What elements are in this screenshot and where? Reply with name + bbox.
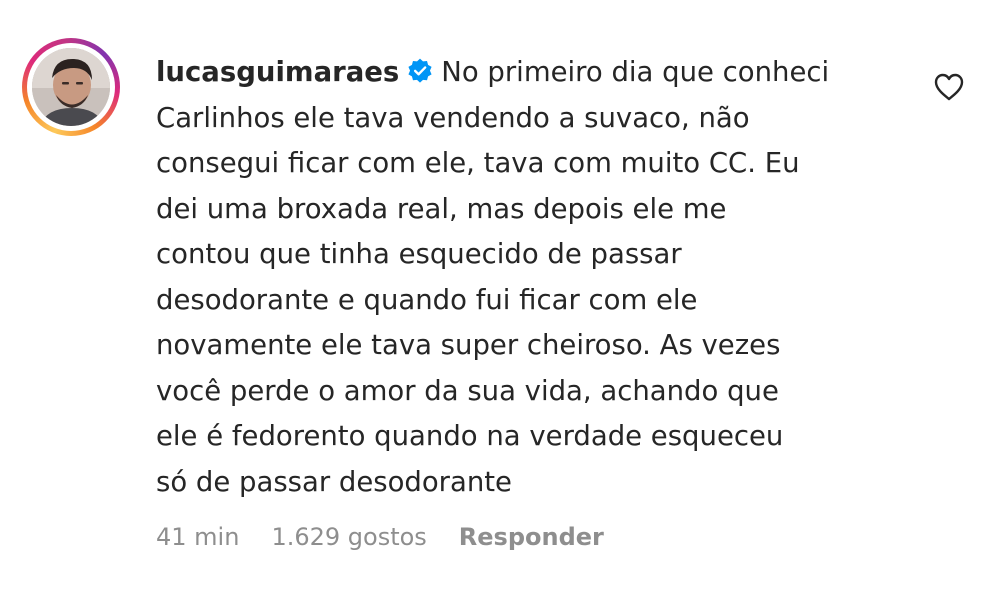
comment-meta: 41 min 1.629 gostos Responder bbox=[156, 520, 636, 554]
avatar[interactable] bbox=[32, 48, 110, 126]
comment-line-5: contou que tinha esquecido de passar bbox=[156, 238, 682, 270]
like-count[interactable]: 1.629 gostos bbox=[271, 523, 426, 551]
comment-text-block: lucasguimaraes No primeiro dia que conhe… bbox=[156, 50, 896, 505]
comment-line-2: Carlinhos ele tava vendendo a suvaco, nã… bbox=[156, 101, 750, 134]
reply-button[interactable]: Responder bbox=[459, 523, 604, 551]
comment-line-6: desodorante e quando fui ficar com ele bbox=[156, 283, 698, 316]
story-ring[interactable] bbox=[22, 38, 120, 136]
comment-line-3: consegui ficar com ele, tava com muito C… bbox=[156, 147, 800, 179]
username-link[interactable]: lucasguimaraes bbox=[156, 56, 399, 88]
comment: lucasguimaraes No primeiro dia que conhe… bbox=[0, 0, 1000, 600]
heart-icon[interactable] bbox=[934, 73, 964, 101]
comment-line-4: dei uma broxada real, mas depois ele me bbox=[156, 192, 727, 225]
comment-line-10: só de passar desodorante bbox=[156, 465, 512, 498]
comment-line-7: novamente ele tava super cheiroso. As ve… bbox=[156, 329, 781, 361]
verified-badge-icon bbox=[408, 58, 432, 83]
comment-line-1: No primeiro dia que conheci bbox=[441, 56, 830, 88]
comment-time[interactable]: 41 min bbox=[156, 523, 239, 551]
avatar-border bbox=[27, 43, 115, 131]
avatar-photo bbox=[32, 48, 110, 126]
comment-line-9: ele é fedorento quando na verdade esquec… bbox=[156, 420, 784, 452]
comment-line-8: você perde o amor da sua vida, achando q… bbox=[156, 374, 779, 407]
